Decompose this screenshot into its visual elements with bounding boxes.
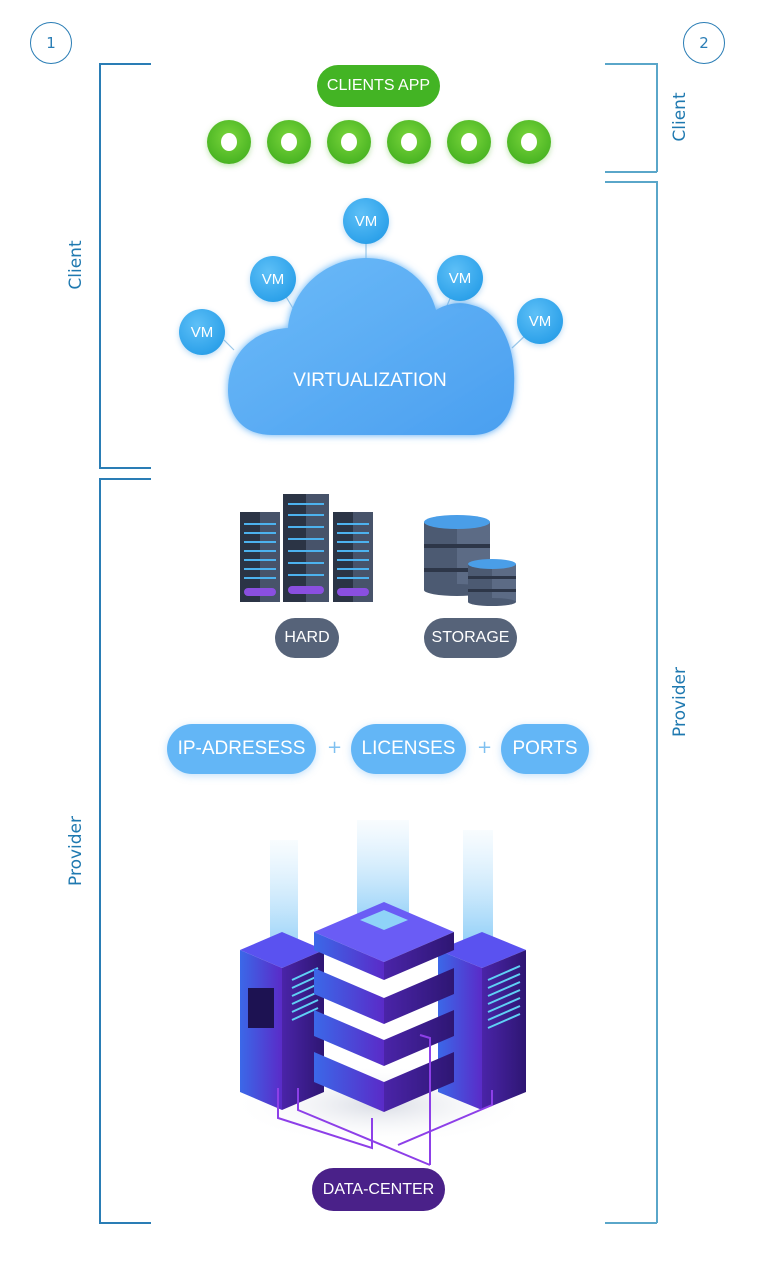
vm-node: VM <box>343 198 389 244</box>
storage-icon <box>424 515 516 606</box>
datacenter-illustration <box>230 820 530 1166</box>
plus-separator: + <box>327 737 343 758</box>
client-app-icon <box>207 120 251 164</box>
left-client-label: Client <box>66 240 86 290</box>
vm-node: VM <box>179 309 225 355</box>
client-app-icon <box>387 120 431 164</box>
right-client-label: Client <box>670 92 690 142</box>
right-provider-label: Provider <box>670 667 690 737</box>
ports-badge: PORTS <box>501 724 589 774</box>
plus-separator: + <box>477 737 493 758</box>
storage-badge: STORAGE <box>424 618 517 658</box>
licenses-badge: LICENSES <box>351 724 466 774</box>
clients-app-badge: CLIENTS APP <box>317 65 440 107</box>
vm-node: VM <box>437 255 483 301</box>
client-app-icon <box>327 120 371 164</box>
step-marker-2: 2 <box>683 22 725 64</box>
hard-badge: HARD <box>275 618 339 658</box>
client-app-icon <box>507 120 551 164</box>
vm-node: VM <box>250 256 296 302</box>
ip-addresses-badge: IP-ADRESESS <box>167 724 316 774</box>
vm-node: VM <box>517 298 563 344</box>
client-app-icon <box>447 120 491 164</box>
step-marker-1: 1 <box>30 22 72 64</box>
client-app-icon <box>267 120 311 164</box>
virtualization-label: VIRTUALIZATION <box>293 370 447 391</box>
datacenter-badge: DATA-CENTER <box>312 1168 445 1211</box>
left-provider-label: Provider <box>66 816 86 886</box>
server-rack-icon <box>240 494 373 602</box>
